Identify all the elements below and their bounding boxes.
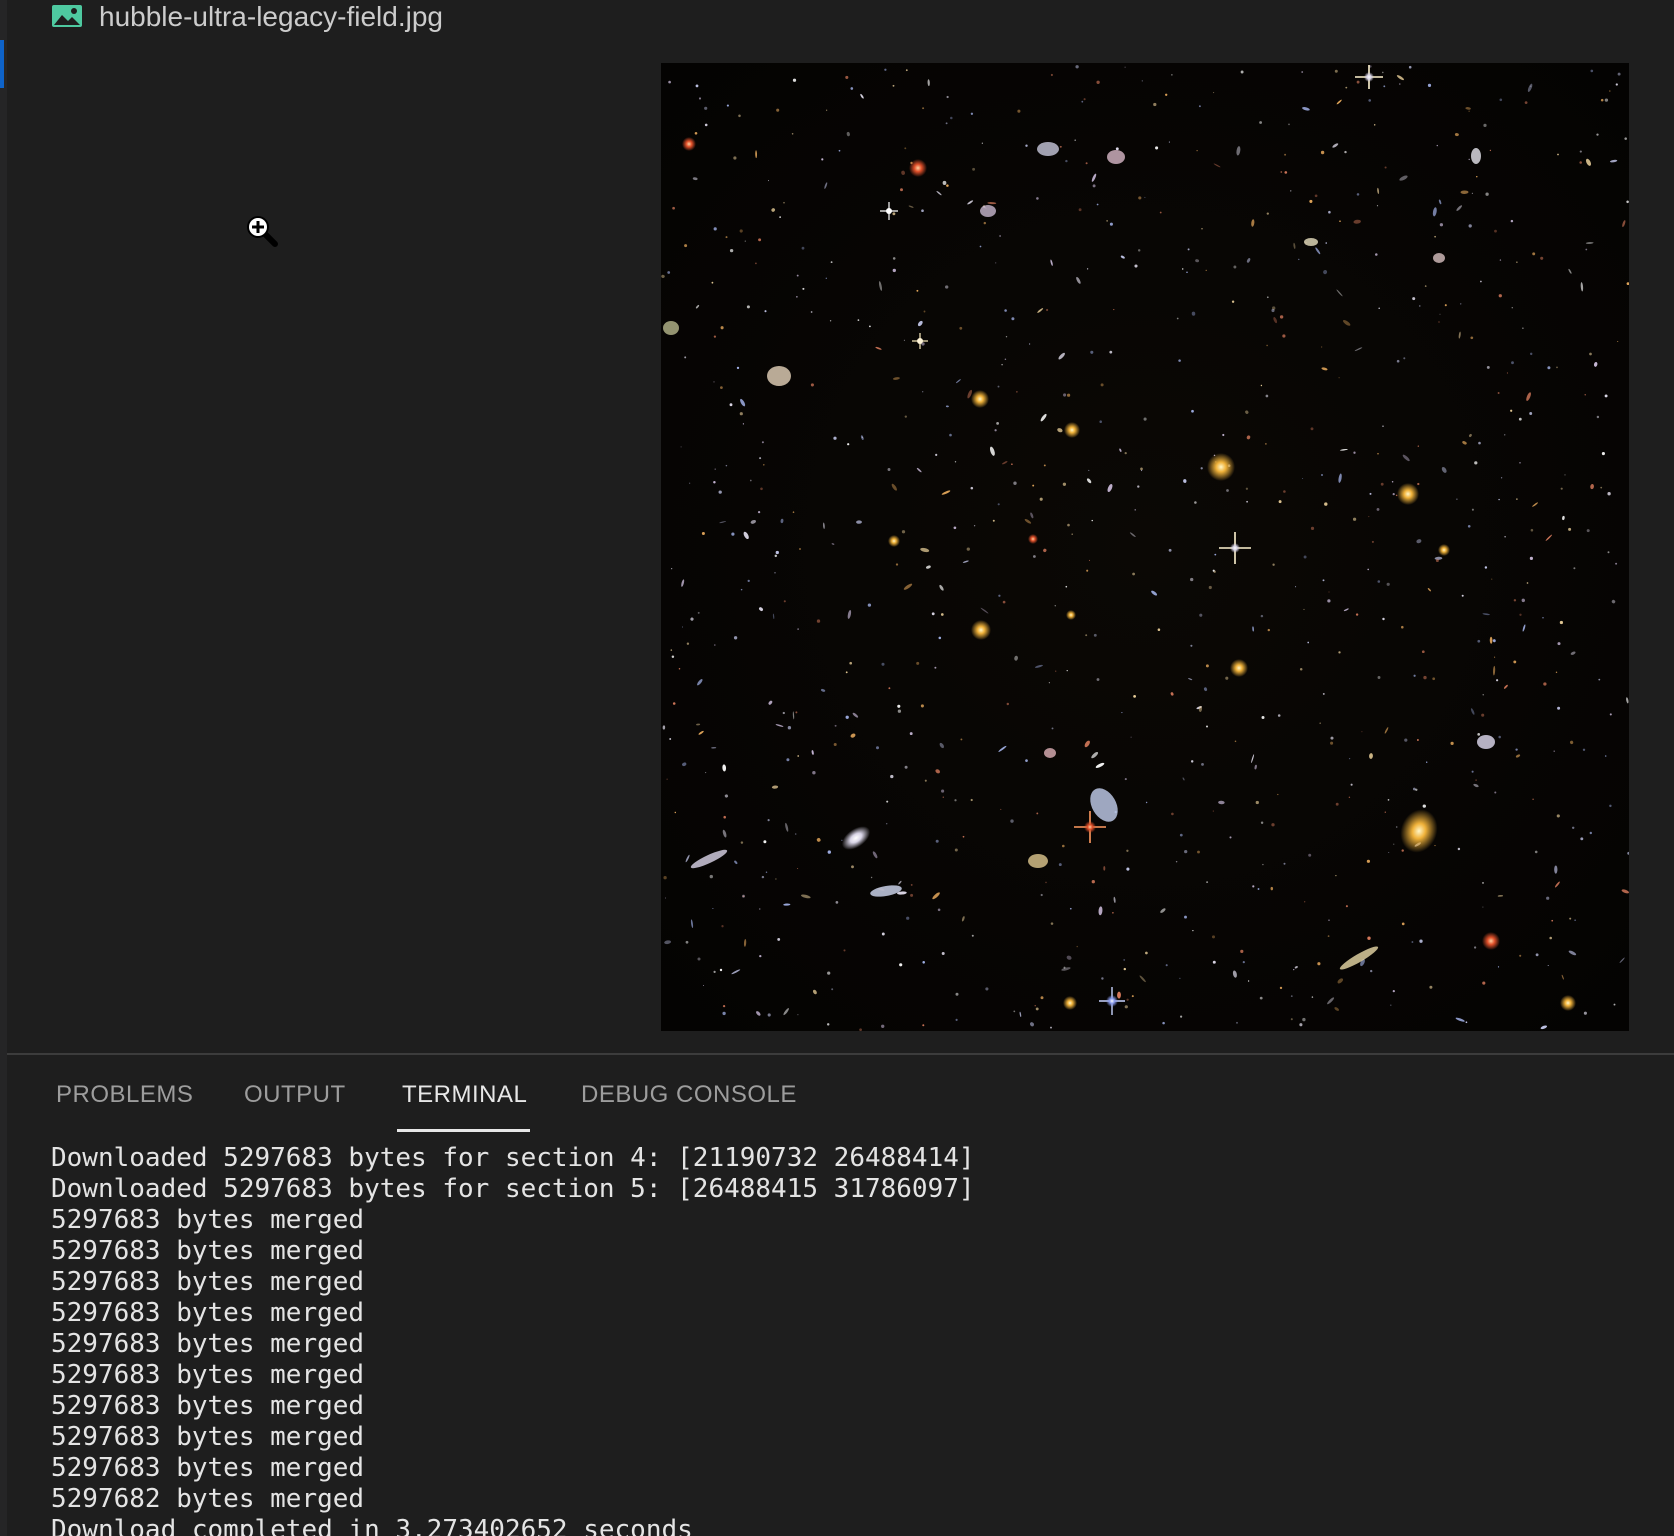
terminal-line: 5297683 bytes merged bbox=[51, 1360, 365, 1390]
terminal-line: 5297683 bytes merged bbox=[51, 1267, 365, 1297]
terminal-output[interactable]: Downloaded 5297683 bytes for section 4: … bbox=[7, 1143, 1674, 1536]
terminal-line: Downloaded 5297683 bytes for section 5: … bbox=[51, 1174, 975, 1204]
tab-debug-console[interactable]: DEBUG CONSOLE bbox=[581, 1081, 797, 1109]
terminal-line: 5297683 bytes merged bbox=[51, 1298, 365, 1328]
activity-edge bbox=[0, 0, 7, 1536]
zoom-in-cursor-icon bbox=[245, 214, 283, 252]
terminal-line: 5297682 bytes merged bbox=[51, 1484, 365, 1514]
image-file-icon bbox=[51, 4, 83, 28]
file-name: hubble-ultra-legacy-field.jpg bbox=[99, 1, 443, 32]
terminal-line: Download completed in 3.273402652 second… bbox=[51, 1515, 693, 1536]
terminal-line: 5297683 bytes merged bbox=[51, 1391, 365, 1421]
terminal-line: 5297683 bytes merged bbox=[51, 1205, 365, 1235]
image-preview[interactable] bbox=[7, 40, 1674, 1053]
focus-indicator bbox=[0, 40, 4, 88]
editor-tab[interactable]: hubble-ultra-legacy-field.jpg bbox=[7, 0, 1674, 40]
terminal-line: 5297683 bytes merged bbox=[51, 1236, 365, 1266]
terminal-line: Downloaded 5297683 bytes for section 4: … bbox=[51, 1143, 975, 1173]
tab-problems[interactable]: PROBLEMS bbox=[56, 1081, 193, 1109]
terminal-line: 5297683 bytes merged bbox=[51, 1329, 365, 1359]
hubble-deep-field-image[interactable] bbox=[661, 63, 1629, 1031]
tab-output[interactable]: OUTPUT bbox=[244, 1081, 346, 1109]
panel-tab-bar: PROBLEMS OUTPUT TERMINAL DEBUG CONSOLE bbox=[7, 1055, 1674, 1133]
bottom-panel: PROBLEMS OUTPUT TERMINAL DEBUG CONSOLE D… bbox=[7, 1055, 1674, 1536]
tab-terminal[interactable]: TERMINAL bbox=[402, 1081, 527, 1109]
terminal-line: 5297683 bytes merged bbox=[51, 1422, 365, 1452]
vscode-window: hubble-ultra-legacy-field.jpg PROBLEMS O… bbox=[0, 0, 1674, 1536]
active-tab-indicator bbox=[397, 1129, 530, 1132]
terminal-line: 5297683 bytes merged bbox=[51, 1453, 365, 1483]
